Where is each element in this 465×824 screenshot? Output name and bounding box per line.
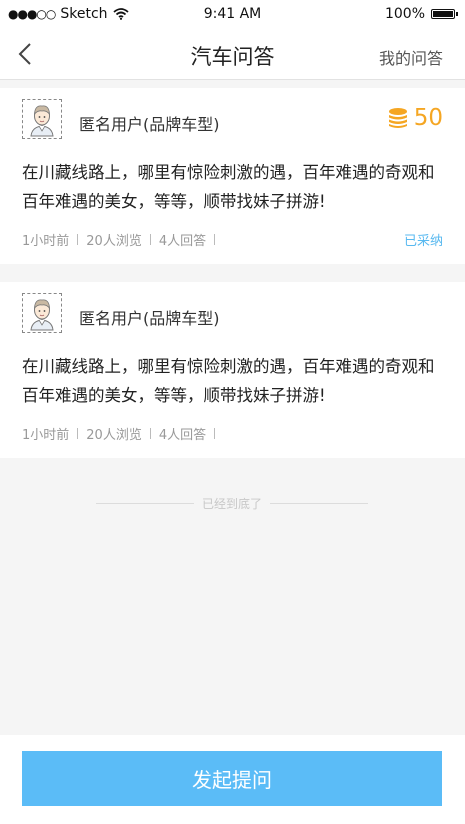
reward-points: 50 [388, 105, 443, 131]
user-avatar-icon [30, 105, 54, 137]
reward-value: 50 [413, 105, 443, 131]
status-right: 100% [384, 6, 458, 22]
question-text: 在川藏线路上，哪里有惊险刺激的遇，百年难遇的奇观和百年难遇的美女，等等，顺带找妹… [22, 163, 435, 211]
avatar [22, 293, 62, 333]
question-meta: 1小时前 20人浏览 4人回答 [22, 230, 223, 249]
view-count: 20人浏览 [86, 234, 142, 249]
meta-divider [149, 234, 151, 245]
meta-divider [77, 428, 79, 439]
divider-line [96, 502, 194, 504]
battery-percent: 100% [384, 6, 425, 22]
adopted-status: 已采纳 [403, 234, 443, 249]
my-questions-link[interactable]: 我的问答 [379, 45, 443, 69]
status-bar: ●●●○○ Sketch 9:41 AM 100% [0, 0, 465, 30]
answer-count: 4人回答 [158, 234, 207, 249]
bottom-bar: 发起提问 [0, 735, 465, 824]
coin-stack-icon [388, 108, 407, 128]
question-card[interactable]: 匿名用户(品牌车型) 50 在川藏线路上，哪里有惊险刺激的遇，百年难遇的奇观和百… [0, 88, 465, 264]
question-meta: 1小时前 20人浏览 4人回答 [22, 424, 223, 443]
back-arrow-icon[interactable] [12, 40, 40, 68]
post-time: 1小时前 [22, 428, 70, 443]
meta-divider [214, 428, 216, 439]
divider-line [270, 502, 369, 504]
meta-divider [149, 428, 151, 439]
battery-icon [431, 9, 458, 19]
meta-divider [214, 234, 216, 245]
user-name: 匿名用户(品牌车型) [79, 115, 220, 134]
question-card[interactable]: 匿名用户(品牌车型) 在川藏线路上，哪里有惊险刺激的遇，百年难遇的奇观和百年难遇… [0, 282, 465, 458]
user-avatar-icon [30, 299, 54, 331]
user-name: 匿名用户(品牌车型) [79, 309, 220, 328]
ask-question-button[interactable]: 发起提问 [22, 751, 442, 806]
end-of-list-text: 已经到底了 [202, 496, 263, 511]
answer-count: 4人回答 [158, 428, 207, 443]
nav-bar: 汽车问答 我的问答 [0, 30, 465, 80]
view-count: 20人浏览 [86, 428, 142, 443]
meta-divider [77, 234, 79, 245]
question-text: 在川藏线路上，哪里有惊险刺激的遇，百年难遇的奇观和百年难遇的美女，等等，顺带找妹… [22, 357, 435, 405]
end-of-list: 已经到底了 [96, 493, 369, 513]
post-time: 1小时前 [22, 234, 70, 249]
avatar [22, 99, 62, 139]
